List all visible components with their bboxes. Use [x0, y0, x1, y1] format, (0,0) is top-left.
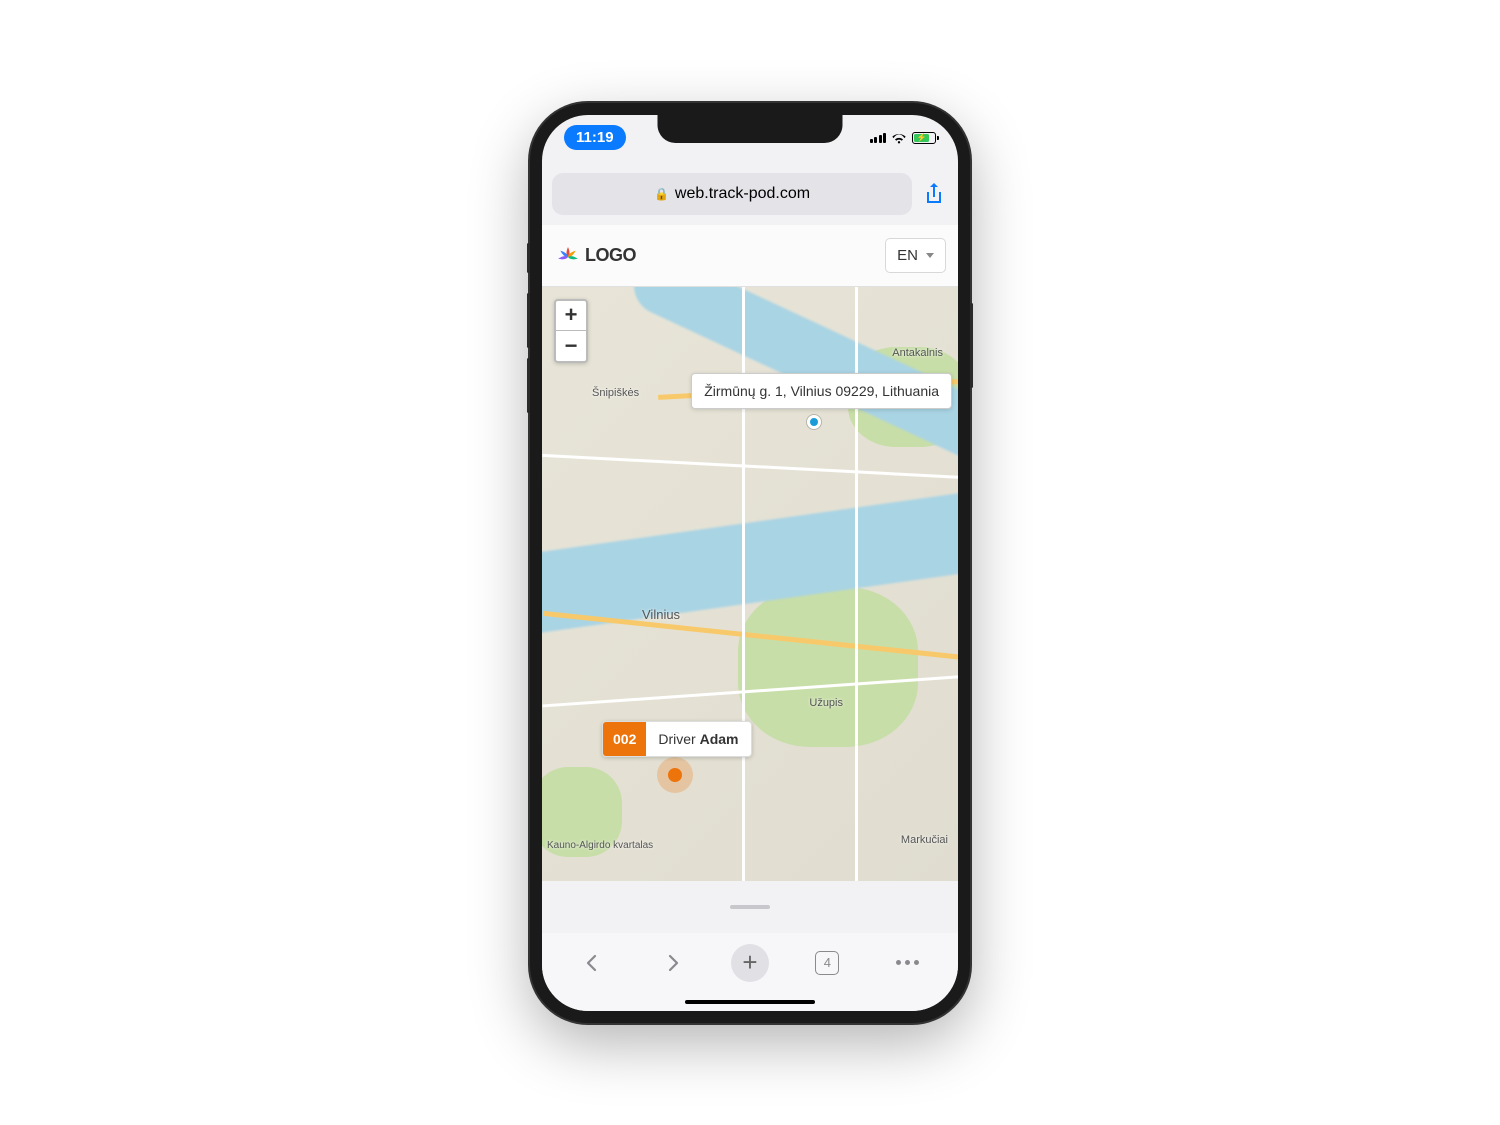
tab-count-badge: 4 — [815, 951, 839, 975]
home-indicator[interactable] — [685, 1000, 815, 1004]
drag-handle-icon[interactable] — [730, 905, 770, 909]
destination-marker-icon[interactable] — [807, 415, 821, 429]
cellular-signal-icon — [870, 133, 887, 143]
ellipsis-icon — [896, 960, 919, 965]
url-bar[interactable]: 🔒 web.track-pod.com — [552, 173, 912, 215]
notch — [658, 115, 843, 143]
zoom-out-button[interactable]: − — [556, 331, 586, 361]
power-button — [970, 303, 973, 388]
browser-url-bar-row: 🔒 web.track-pod.com — [552, 173, 948, 215]
caret-down-icon — [926, 253, 934, 258]
app-logo[interactable]: LOGO — [554, 241, 636, 269]
driver-marker-dot-icon — [668, 768, 682, 782]
volume-down-button — [527, 358, 530, 413]
language-label: EN — [897, 247, 918, 264]
zoom-controls: + − — [554, 299, 588, 363]
driver-tooltip[interactable]: 002 Driver Adam — [602, 721, 752, 757]
url-text: web.track-pod.com — [675, 185, 810, 203]
back-button[interactable] — [570, 941, 614, 985]
phone-screen: 11:19 ⚡ 🔒 web.track-pod.com — [542, 115, 958, 1011]
share-button[interactable] — [920, 180, 948, 208]
road — [542, 453, 958, 482]
driver-code-badge: 002 — [603, 722, 646, 756]
app-header: LOGO EN — [542, 225, 958, 287]
park-area — [738, 587, 918, 747]
wifi-icon — [891, 132, 907, 144]
map-label-uzupis: Užupis — [809, 697, 843, 709]
map-label-vilnius: Vilnius — [642, 607, 680, 622]
bottom-sheet-panel[interactable] — [542, 881, 958, 933]
more-button[interactable] — [886, 941, 930, 985]
zoom-in-button[interactable]: + — [556, 301, 586, 331]
map-label-kauno: Kauno-Algirdo kvartalas — [547, 840, 653, 851]
battery-icon: ⚡ — [912, 132, 936, 144]
new-tab-button[interactable]: + — [731, 944, 769, 982]
driver-marker-halo-icon — [657, 757, 693, 793]
forward-button[interactable] — [651, 941, 695, 985]
map-label-markuciai: Markučiai — [901, 834, 948, 846]
charging-bolt-icon: ⚡ — [917, 134, 927, 142]
destination-tooltip[interactable]: Žirmūnų g. 1, Vilnius 09229, Lithuania — [691, 373, 952, 409]
map-label-snipiskes: Šnipiškės — [592, 387, 639, 399]
logo-flower-icon — [554, 241, 582, 269]
tabs-button[interactable]: 4 — [805, 941, 849, 985]
status-time-pill[interactable]: 11:19 — [564, 125, 626, 150]
map-canvas[interactable]: Vilnius Šnipiškės Antakalnis Užupis Mark… — [542, 287, 958, 881]
logo-text: LOGO — [585, 245, 636, 266]
mute-switch — [527, 243, 530, 273]
driver-marker[interactable] — [657, 757, 693, 793]
language-selector[interactable]: EN — [885, 238, 946, 273]
lock-icon: 🔒 — [654, 187, 669, 201]
driver-name-label: Driver Adam — [646, 722, 750, 756]
volume-up-button — [527, 293, 530, 348]
map-label-antakalnis: Antakalnis — [892, 347, 943, 359]
status-icons: ⚡ — [870, 132, 937, 144]
phone-device-frame: 11:19 ⚡ 🔒 web.track-pod.com — [530, 103, 970, 1023]
